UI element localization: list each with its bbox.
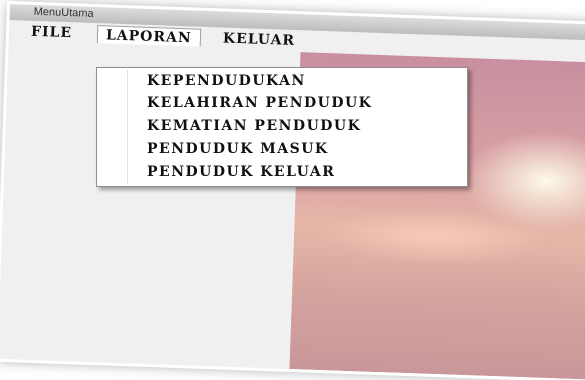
menu-item-penduduk-masuk[interactable]: PENDUDUK MASUK (147, 139, 329, 159)
menu-file[interactable]: FILE (23, 22, 81, 42)
menu-item-kelahiran-penduduk[interactable]: KELAHIRAN PENDUDUK (147, 93, 372, 113)
menu-keluar[interactable]: KELUAR (215, 29, 304, 50)
main-window: MenuUtama FILE LAPORAN KELUAR (0, 4, 585, 380)
menu-gutter (127, 70, 128, 184)
window-title: MenuUtama (33, 5, 94, 20)
menu-item-penduduk-keluar[interactable]: PENDUDUK KELUAR (147, 162, 335, 182)
menu-laporan[interactable]: LAPORAN (96, 25, 201, 47)
menu-item-kependudukan[interactable]: KEPENDUDUKAN (147, 71, 306, 91)
laporan-dropdown: KEPENDUDUKAN KELAHIRAN PENDUDUK KEMATIAN… (96, 67, 468, 187)
menu-item-kematian-penduduk[interactable]: KEMATIAN PENDUDUK (147, 116, 361, 136)
